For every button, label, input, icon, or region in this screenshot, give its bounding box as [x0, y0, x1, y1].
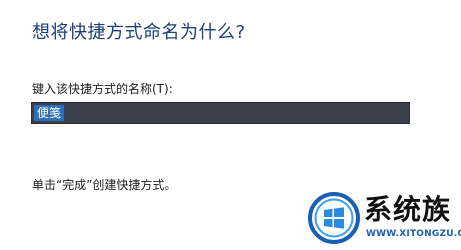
finish-hint-text: 单击“完成”创建快捷方式。 — [32, 178, 177, 192]
dialog-heading: 想将快捷方式命名为什么? — [32, 22, 246, 43]
shortcut-name-label: 键入该快捷方式的名称(T): — [32, 82, 173, 96]
site-watermark: 系统族 WWW.XITONGZU.COM — [308, 192, 461, 246]
shortcut-name-input[interactable]: 便笺 — [31, 102, 410, 124]
watermark-site-name: 系统族 — [364, 193, 452, 226]
shortcut-name-value: 便笺 — [34, 105, 65, 121]
windows-logo-icon — [308, 192, 360, 244]
watermark-url: WWW.XITONGZU.COM — [366, 229, 461, 239]
